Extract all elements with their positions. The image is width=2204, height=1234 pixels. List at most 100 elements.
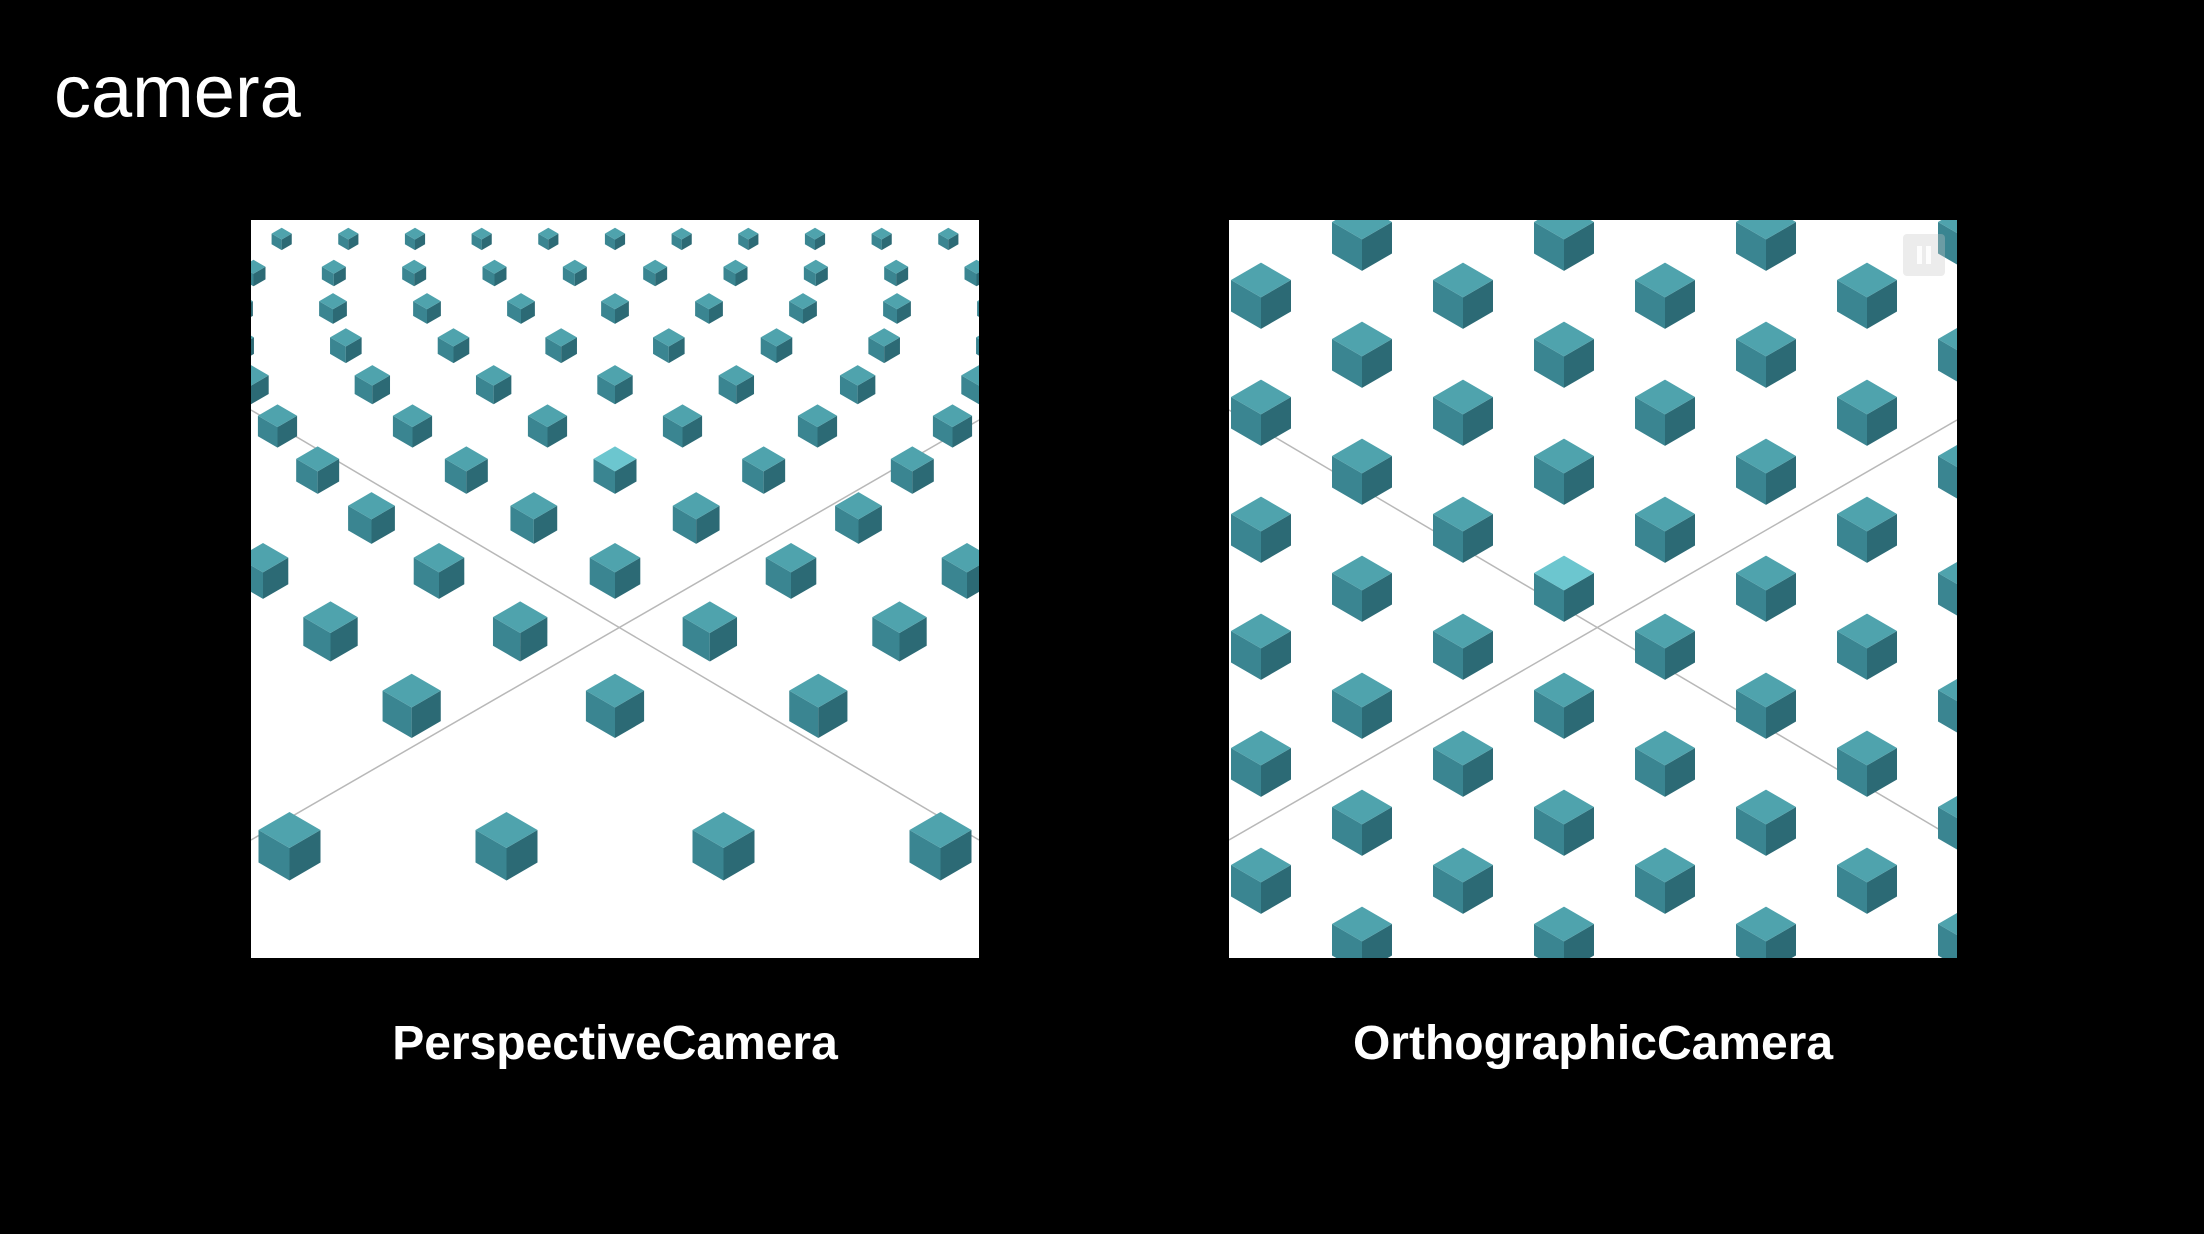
cube — [507, 293, 535, 324]
cube — [883, 293, 911, 324]
pause-icon — [1917, 246, 1922, 264]
cube — [1635, 847, 1695, 914]
cube — [392, 404, 433, 448]
cube — [1534, 555, 1594, 622]
cube — [1635, 262, 1695, 329]
cube — [723, 259, 748, 287]
cube — [1534, 789, 1594, 856]
cube — [1332, 672, 1392, 739]
cube — [1736, 906, 1796, 958]
orthographic-camera-caption: OrthographicCamera — [1352, 1017, 1834, 1070]
cube — [692, 812, 755, 881]
cube — [672, 492, 720, 544]
cube — [1938, 327, 1957, 382]
cube — [444, 446, 488, 494]
cube — [562, 259, 587, 287]
cube — [1837, 262, 1897, 329]
cube — [797, 404, 838, 448]
cube — [738, 227, 759, 251]
cube — [492, 601, 548, 662]
cube — [251, 542, 289, 599]
cube — [471, 227, 492, 251]
cube — [671, 227, 692, 251]
cube — [413, 293, 441, 324]
cube — [1736, 438, 1796, 505]
cube — [765, 542, 817, 599]
cube — [1231, 613, 1291, 680]
cube — [718, 365, 755, 405]
cube — [585, 673, 645, 739]
cube — [510, 492, 558, 544]
cube — [257, 404, 298, 448]
cube — [760, 328, 793, 364]
cube — [1433, 847, 1493, 914]
cube — [303, 601, 358, 662]
cube — [338, 227, 359, 251]
cube — [1837, 379, 1897, 446]
cube — [1837, 613, 1897, 680]
cube — [662, 404, 703, 448]
cube — [413, 542, 465, 599]
cube — [871, 227, 892, 251]
cube — [1736, 220, 1796, 271]
cube — [271, 227, 292, 251]
cube — [1837, 496, 1897, 563]
cube — [1938, 678, 1957, 733]
cube — [742, 446, 786, 494]
cube — [1231, 847, 1291, 914]
cube — [1433, 496, 1493, 563]
slide-title: camera — [54, 50, 301, 133]
cube — [872, 601, 927, 662]
cube — [1433, 262, 1493, 329]
cube — [404, 227, 426, 251]
cube — [321, 259, 346, 287]
cube — [1332, 789, 1392, 856]
cube — [593, 446, 637, 494]
cube — [1837, 730, 1897, 797]
cube — [1433, 379, 1493, 446]
cube — [1635, 496, 1695, 563]
perspective-camera-caption: PerspectiveCamera — [392, 1017, 838, 1070]
cube — [643, 259, 668, 287]
cube — [941, 542, 979, 599]
cube — [1534, 321, 1594, 388]
cube — [1231, 262, 1291, 329]
cube — [1736, 672, 1796, 739]
orthographic-camera-canvas[interactable] — [1229, 220, 1957, 958]
cube — [804, 227, 826, 251]
cube — [695, 293, 723, 324]
pause-button[interactable] — [1903, 234, 1945, 276]
cube — [1332, 321, 1392, 388]
cube — [382, 673, 441, 739]
cube — [1231, 730, 1291, 797]
cube — [475, 365, 512, 405]
cube — [789, 293, 817, 324]
cube — [803, 259, 828, 287]
cube — [653, 328, 685, 364]
cube — [258, 812, 321, 881]
cube — [597, 365, 633, 405]
cube — [1938, 561, 1957, 616]
cube — [1534, 438, 1594, 505]
cube — [1534, 906, 1594, 958]
cube — [932, 404, 973, 448]
cube — [296, 446, 340, 494]
cube — [1635, 730, 1695, 797]
cube — [251, 335, 254, 356]
orthographic-scene — [1229, 220, 1957, 958]
cube — [1736, 555, 1796, 622]
cube — [1534, 220, 1594, 271]
cube — [251, 300, 253, 317]
cube — [1736, 321, 1796, 388]
cube — [1635, 379, 1695, 446]
cube — [868, 328, 900, 364]
cube — [437, 328, 470, 364]
cube — [589, 542, 641, 599]
perspective-camera-canvas[interactable] — [251, 220, 979, 958]
cube — [319, 293, 347, 324]
cube — [976, 335, 979, 356]
cube — [601, 293, 629, 324]
cube — [835, 492, 882, 544]
cube — [1736, 789, 1796, 856]
cube — [1231, 496, 1291, 563]
